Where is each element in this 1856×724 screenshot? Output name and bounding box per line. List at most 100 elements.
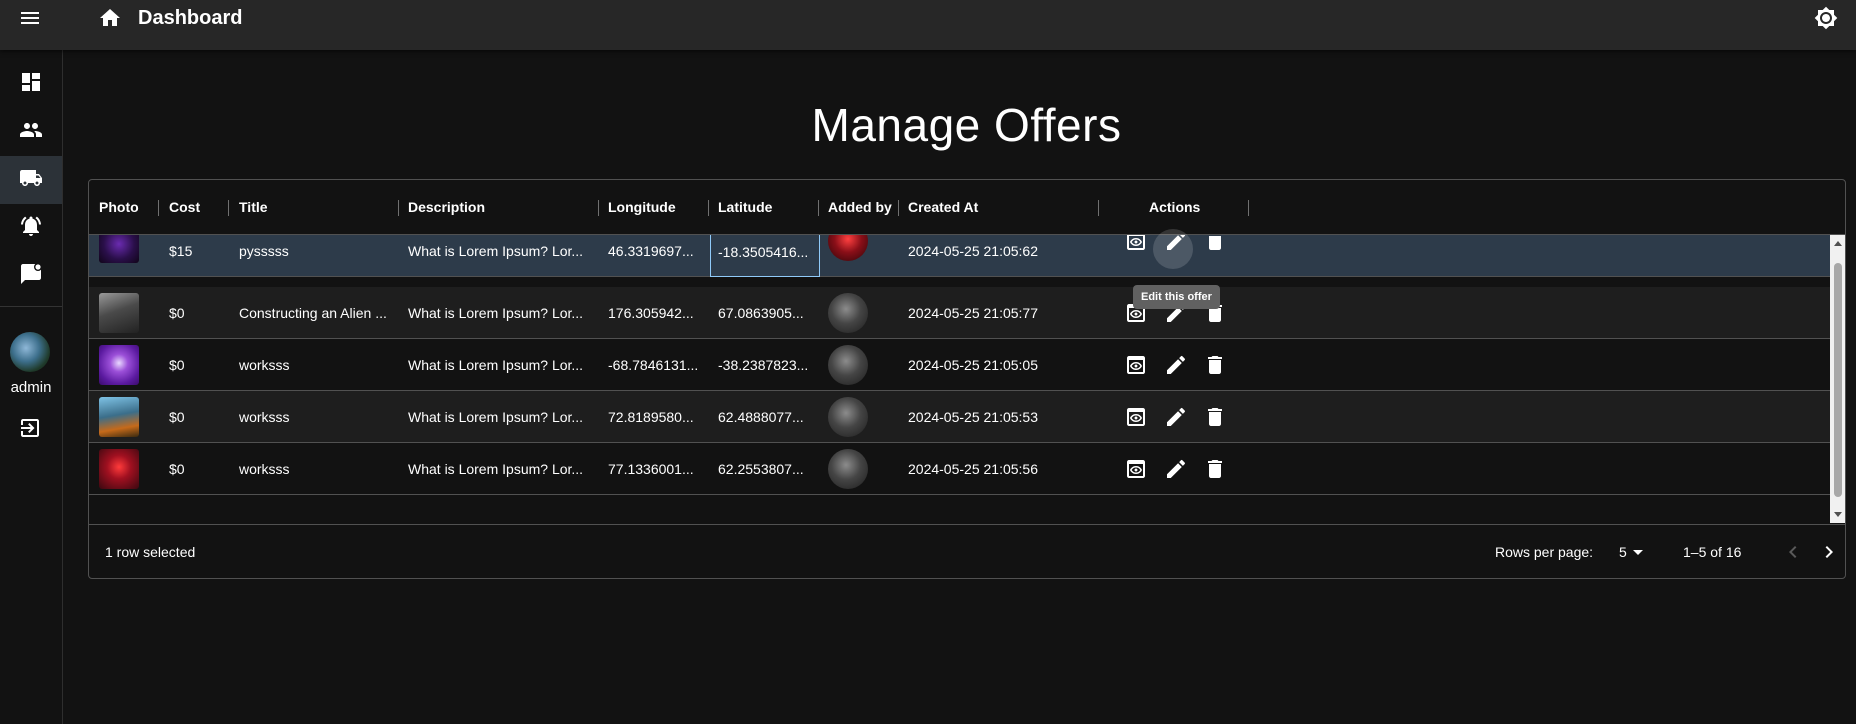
view-icon[interactable] xyxy=(1124,353,1148,377)
column-separator[interactable] xyxy=(228,200,229,216)
title-cell: worksss xyxy=(239,461,290,477)
truck-icon xyxy=(19,166,43,195)
delete-icon[interactable] xyxy=(1203,353,1227,377)
column-separator[interactable] xyxy=(1248,200,1249,216)
table-row[interactable]: $15 pysssss What is Lorem Ipsum? Lor... … xyxy=(89,235,1831,277)
latitude-cell: 62.2553807... xyxy=(718,461,804,477)
table-row[interactable]: $0 worksss What is Lorem Ipsum? Lor... 7… xyxy=(89,391,1831,443)
description-cell: What is Lorem Ipsum? Lor... xyxy=(408,243,584,259)
column-header-longitude[interactable]: Longitude xyxy=(608,180,676,235)
column-header-title[interactable]: Title xyxy=(239,180,268,235)
selection-count: 1 row selected xyxy=(105,544,196,560)
latitude-cell[interactable]: -18.3505416... xyxy=(710,235,820,277)
chat-icon xyxy=(19,262,43,291)
avatar xyxy=(828,235,868,261)
dashboard-icon xyxy=(19,70,43,99)
created-at-cell: 2024-05-25 21:05:62 xyxy=(908,243,1038,259)
rows-per-page-select[interactable]: 5 xyxy=(1619,525,1627,578)
column-separator[interactable] xyxy=(598,200,599,216)
description-cell: What is Lorem Ipsum? Lor... xyxy=(408,461,584,477)
delete-icon[interactable] xyxy=(1203,457,1227,481)
title-cell: worksss xyxy=(239,409,290,425)
edit-icon[interactable] xyxy=(1164,457,1188,481)
column-header-added-by[interactable]: Added by xyxy=(828,180,892,235)
sidebar-item-offers[interactable] xyxy=(0,156,62,204)
created-at-cell: 2024-05-25 21:05:77 xyxy=(908,305,1038,321)
longitude-cell: 46.3319697... xyxy=(608,243,694,259)
alarm-icon xyxy=(19,214,43,243)
menu-icon[interactable] xyxy=(18,6,42,30)
chevron-left-icon xyxy=(1781,546,1805,568)
longitude-cell: -68.7846131... xyxy=(608,357,699,373)
column-separator[interactable] xyxy=(818,200,819,216)
chevron-down-icon[interactable] xyxy=(1633,550,1643,555)
group-icon xyxy=(19,118,43,147)
table-row[interactable]: $0 worksss What is Lorem Ipsum? Lor... -… xyxy=(89,339,1831,391)
cost-cell: $0 xyxy=(169,461,185,477)
sidebar-item-notifications[interactable] xyxy=(0,204,62,252)
table-row[interactable]: $0 Constructing an Alien ... What is Lor… xyxy=(89,287,1831,339)
column-header-actions: Actions xyxy=(1149,199,1201,215)
app-title: Dashboard xyxy=(138,7,243,29)
column-header-description[interactable]: Description xyxy=(408,180,485,235)
delete-icon[interactable] xyxy=(1203,405,1227,429)
column-header-cost[interactable]: Cost xyxy=(169,180,200,235)
edit-icon[interactable] xyxy=(1164,405,1188,429)
column-separator[interactable] xyxy=(898,200,899,216)
edit-hover-highlight xyxy=(1153,229,1193,269)
avatar xyxy=(828,293,868,333)
next-page-button[interactable] xyxy=(1817,540,1841,564)
logout-icon[interactable] xyxy=(18,416,42,440)
view-icon[interactable] xyxy=(1124,457,1148,481)
cost-cell: $15 xyxy=(169,243,193,259)
latitude-cell: 67.0863905... xyxy=(718,305,804,321)
sidebar-item-dashboard[interactable] xyxy=(0,60,62,108)
title-cell: pysssss xyxy=(239,243,289,259)
cost-cell: $0 xyxy=(169,409,185,425)
title-cell: Constructing an Alien ... xyxy=(239,305,387,321)
delete-icon[interactable] xyxy=(1203,235,1227,253)
edit-icon[interactable] xyxy=(1164,353,1188,377)
longitude-cell: 72.8189580... xyxy=(608,409,694,425)
column-header-photo[interactable]: Photo xyxy=(99,180,139,235)
previous-page-button[interactable] xyxy=(1781,540,1805,564)
column-header-latitude[interactable]: Latitude xyxy=(718,180,772,235)
table-row[interactable]: $0 worksss What is Lorem Ipsum? Lor... 7… xyxy=(89,443,1831,495)
home-icon[interactable] xyxy=(98,6,122,30)
created-at-cell: 2024-05-25 21:05:56 xyxy=(908,461,1038,477)
column-separator[interactable] xyxy=(1098,200,1099,216)
avatar xyxy=(828,345,868,385)
view-icon[interactable] xyxy=(1124,235,1148,253)
pagination-range: 1–5 of 16 xyxy=(1683,544,1742,560)
created-at-cell: 2024-05-25 21:05:05 xyxy=(908,357,1038,373)
sidebar-item-users[interactable] xyxy=(0,108,62,156)
table-body: $15 pysssss What is Lorem Ipsum? Lor... … xyxy=(89,235,1831,523)
column-header-created-at[interactable]: Created At xyxy=(908,180,978,235)
description-cell: What is Lorem Ipsum? Lor... xyxy=(408,409,584,425)
description-cell: What is Lorem Ipsum? Lor... xyxy=(408,357,584,373)
offer-photo xyxy=(99,235,139,263)
scroll-thumb[interactable] xyxy=(1834,263,1842,497)
scroll-up-arrow-icon[interactable] xyxy=(1834,241,1842,246)
column-separator[interactable] xyxy=(708,200,709,216)
brightness-icon[interactable] xyxy=(1814,6,1838,30)
cost-cell: $0 xyxy=(169,357,185,373)
longitude-cell: 176.305942... xyxy=(608,305,694,321)
latitude-cell: -38.2387823... xyxy=(718,357,809,373)
scroll-down-arrow-icon[interactable] xyxy=(1834,512,1842,517)
column-separator[interactable] xyxy=(158,200,159,216)
table-footer: 1 row selected Rows per page: 5 1–5 of 1… xyxy=(89,524,1845,578)
edit-tooltip: Edit this offer xyxy=(1133,285,1220,309)
sidebar-item-messages[interactable] xyxy=(0,252,62,300)
longitude-cell: 77.1336001... xyxy=(608,461,694,477)
offers-table: Photo Cost Title Description Longitude L… xyxy=(88,179,1846,579)
app-bar: Dashboard xyxy=(0,0,1856,50)
offer-photo xyxy=(99,293,139,333)
latitude-cell: 62.4888077... xyxy=(718,409,804,425)
vertical-scrollbar[interactable] xyxy=(1830,235,1845,523)
view-icon[interactable] xyxy=(1124,405,1148,429)
column-separator[interactable] xyxy=(398,200,399,216)
avatar[interactable] xyxy=(10,332,50,372)
rows-per-page-label: Rows per page: xyxy=(1495,544,1594,560)
description-cell: What is Lorem Ipsum? Lor... xyxy=(408,305,584,321)
